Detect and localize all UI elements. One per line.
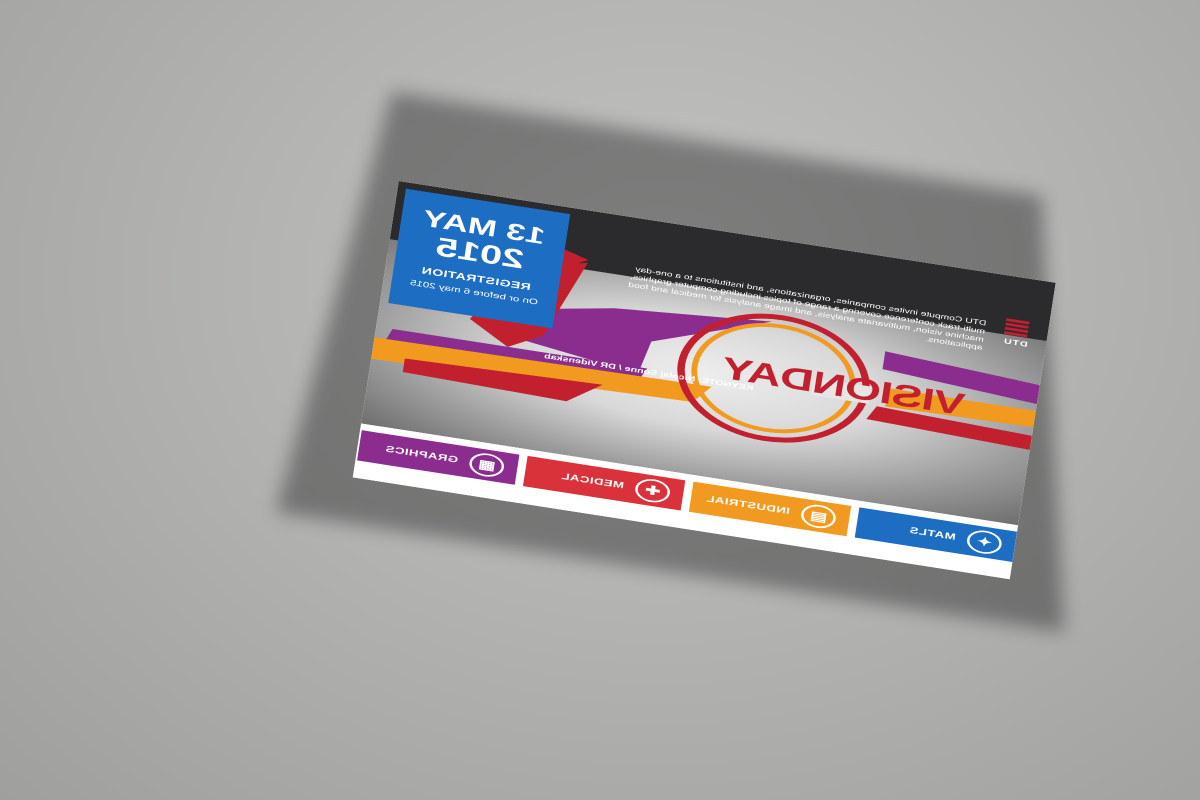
dtu-logo: DTU [997, 317, 1034, 350]
leaf-icon: ✦ [965, 528, 1004, 557]
medical-cross-icon: ✚ [633, 476, 672, 505]
factory-icon: ▤ [799, 502, 838, 531]
pixel-grid-icon: ▦ [467, 451, 506, 479]
track-label: INDUSTRIAL [705, 494, 791, 517]
dtu-logo-mark-icon [1004, 318, 1030, 339]
track-label: MATLS [908, 525, 957, 543]
track-label: MEDICAL [560, 471, 625, 491]
track-label: GRAPHICS [384, 444, 459, 465]
